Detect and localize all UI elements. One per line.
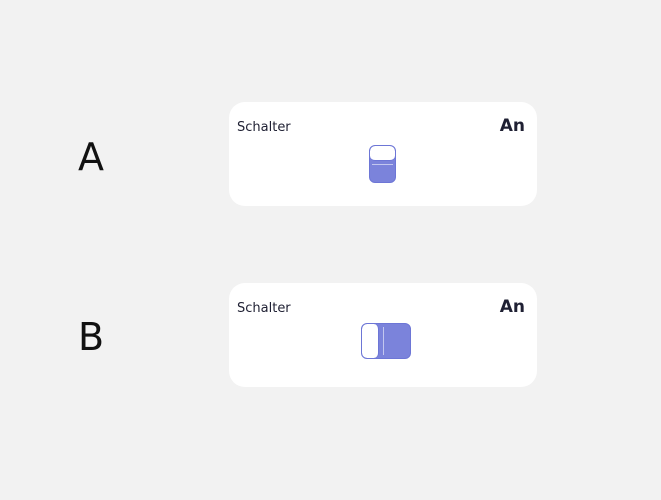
option-b-letter: B — [78, 315, 105, 359]
vertical-toggle-switch[interactable] — [369, 145, 396, 183]
switch-label: Schalter — [237, 301, 291, 316]
switch-card-b: Schalter An — [229, 283, 537, 387]
switch-label: Schalter — [237, 120, 291, 135]
switch-card-a: Schalter An — [229, 102, 537, 206]
switch-state-text: An — [499, 297, 525, 317]
horizontal-toggle-switch[interactable] — [361, 323, 411, 359]
option-a-letter: A — [78, 135, 104, 179]
toggle-knob — [362, 324, 379, 358]
toggle-track-line — [383, 327, 384, 355]
toggle-track-line — [372, 164, 393, 165]
toggle-knob — [370, 146, 395, 161]
switch-state-text: An — [499, 116, 525, 136]
